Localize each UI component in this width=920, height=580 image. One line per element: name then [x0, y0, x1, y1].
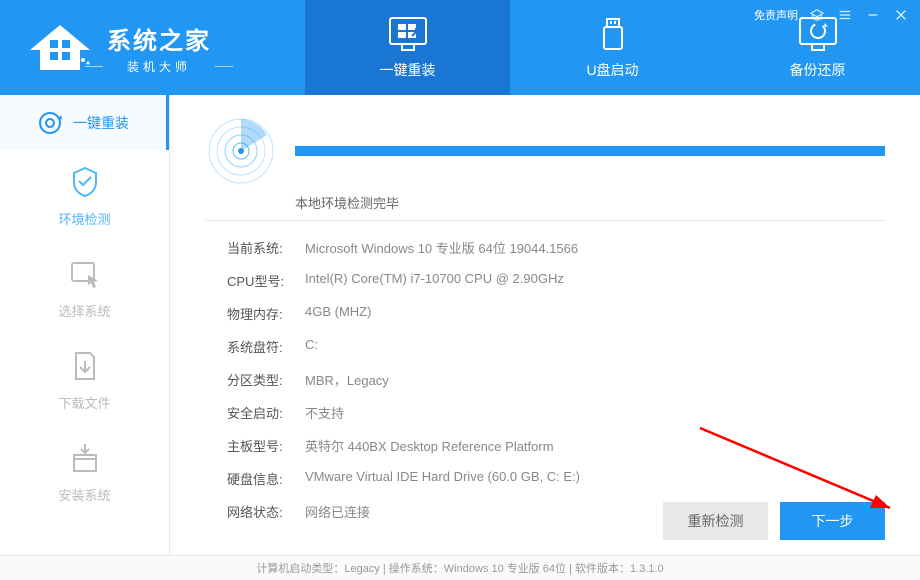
sidebar-label: 选择系统 — [58, 301, 110, 320]
tab-label: U盘启动 — [586, 60, 638, 80]
tab-label: 备份还原 — [790, 60, 846, 80]
progress-row — [205, 115, 885, 187]
minimize-button[interactable] — [864, 6, 882, 24]
logo-subtitle: 装机大师 — [107, 58, 211, 75]
info-row-os: 当前系统:Microsoft Windows 10 专业版 64位 19044.… — [205, 231, 885, 264]
footer: 计算机启动类型：Legacy | 操作系统：Windows 10 专业版 64位… — [0, 555, 920, 580]
info-row-ram: 物理内存:4GB (MHZ) — [205, 297, 885, 330]
info-label: 安全启动: — [205, 403, 305, 422]
usb-drive-icon — [593, 16, 633, 52]
sidebar-label: 安装系统 — [58, 485, 110, 504]
header: 系统之家 装机大师 一键重装 U盘启动 备份还原 免责声明 — [0, 0, 920, 95]
sidebar-label: 一键重装 — [73, 113, 129, 133]
info-label: CPU型号: — [205, 271, 305, 290]
tab-usb-boot[interactable]: U盘启动 — [510, 0, 715, 95]
info-label: 网络状态: — [205, 502, 305, 521]
menu-icon[interactable] — [836, 6, 854, 24]
progress-text: 本地环境检测完毕 — [295, 193, 885, 212]
shield-check-icon — [68, 165, 102, 199]
install-box-icon — [68, 441, 102, 475]
sidebar-item-download[interactable]: 下载文件 — [0, 334, 169, 426]
radar-icon — [205, 115, 277, 187]
footer-text: 计算机启动类型：Legacy | 操作系统：Windows 10 专业版 64位… — [256, 560, 663, 576]
monitor-windows-icon — [388, 16, 428, 52]
sidebar-label: 环境检测 — [58, 209, 110, 228]
sidebar-item-select-system[interactable]: 选择系统 — [0, 242, 169, 334]
tab-label: 一键重装 — [380, 60, 436, 80]
info-value: 不支持 — [305, 403, 885, 422]
action-buttons: 重新检测 下一步 — [663, 502, 885, 540]
info-value: Intel(R) Core(TM) i7-10700 CPU @ 2.90GHz — [305, 271, 885, 290]
close-button[interactable] — [892, 6, 910, 24]
sidebar-item-install[interactable]: 安装系统 — [0, 426, 169, 518]
target-refresh-icon — [37, 110, 63, 136]
info-value: C: — [305, 337, 885, 356]
info-label: 当前系统: — [205, 238, 305, 257]
info-value: 英特尔 440BX Desktop Reference Platform — [305, 436, 885, 455]
sidebar-item-env-check[interactable]: 环境检测 — [0, 150, 169, 242]
disclaimer-link[interactable]: 免责声明 — [754, 7, 798, 23]
info-label: 系统盘符: — [205, 337, 305, 356]
logo-title: 系统之家 — [107, 21, 211, 56]
window-cursor-icon — [68, 257, 102, 291]
sidebar-item-reinstall[interactable]: 一键重装 — [0, 95, 169, 150]
sidebar-label: 下载文件 — [58, 393, 110, 412]
info-row-cpu: CPU型号:Intel(R) Core(TM) i7-10700 CPU @ 2… — [205, 264, 885, 297]
next-button[interactable]: 下一步 — [780, 502, 885, 540]
progress-bar — [295, 146, 885, 156]
info-label: 分区类型: — [205, 370, 305, 389]
info-row-drive-letter: 系统盘符:C: — [205, 330, 885, 363]
info-value: 4GB (MHZ) — [305, 304, 885, 323]
info-value: VMware Virtual IDE Hard Drive (60.0 GB, … — [305, 469, 885, 488]
info-value: Microsoft Windows 10 专业版 64位 19044.1566 — [305, 238, 885, 257]
body: 一键重装 环境检测 选择系统 下载文件 安装系统 — [0, 95, 920, 555]
info-label: 物理内存: — [205, 304, 305, 323]
info-label: 硬盘信息: — [205, 469, 305, 488]
retest-button[interactable]: 重新检测 — [663, 502, 768, 540]
title-bar-actions: 免责声明 — [754, 6, 910, 24]
logo-area: 系统之家 装机大师 — [0, 0, 305, 95]
divider — [205, 220, 885, 221]
download-file-icon — [68, 349, 102, 383]
sidebar: 一键重装 环境检测 选择系统 下载文件 安装系统 — [0, 95, 170, 555]
info-row-secure-boot: 安全启动:不支持 — [205, 396, 885, 429]
content: 本地环境检测完毕 当前系统:Microsoft Windows 10 专业版 6… — [170, 95, 920, 555]
info-label: 主板型号: — [205, 436, 305, 455]
info-row-partition: 分区类型:MBR，Legacy — [205, 363, 885, 396]
info-row-disk: 硬盘信息:VMware Virtual IDE Hard Drive (60.0… — [205, 462, 885, 495]
info-value: MBR，Legacy — [305, 370, 885, 389]
info-row-motherboard: 主板型号:英特尔 440BX Desktop Reference Platfor… — [205, 429, 885, 462]
tab-reinstall[interactable]: 一键重装 — [305, 0, 510, 95]
graduation-cap-icon[interactable] — [808, 6, 826, 24]
